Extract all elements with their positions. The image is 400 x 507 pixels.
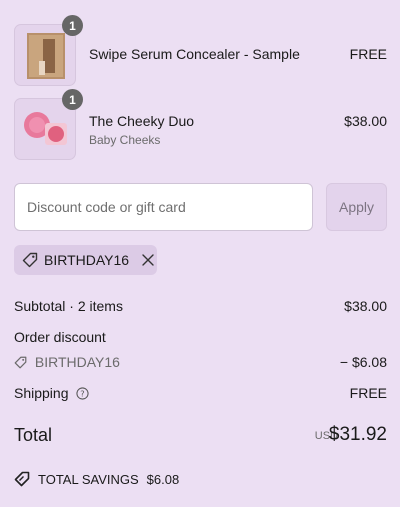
cart-item: 1 Swipe Serum Concealer - Sample FREE [14,15,387,86]
tag-icon [22,252,38,268]
close-icon[interactable] [141,253,155,267]
total-savings: TOTAL SAVINGS $6.08 [14,471,179,487]
subtotal-row: Subtotal · 2 items $38.00 [14,298,387,314]
item-variant: Baby Cheeks [89,133,161,147]
cart-item: 1 The Cheeky Duo Baby Cheeks $38.00 [14,89,387,160]
shipping-row: Shipping ? FREE [14,385,387,401]
order-discount-row: Order discount [14,329,387,345]
applied-discount-chip: BIRTHDAY16 [14,245,157,275]
question-circle-icon[interactable]: ? [76,387,89,400]
tag-icon [14,356,27,369]
discount-code-row: BIRTHDAY16 − $6.08 [14,354,387,370]
applied-discount-code: BIRTHDAY16 [44,252,130,268]
subtotal-label: Subtotal · 2 items [14,298,123,314]
shipping-value: FREE [349,385,387,401]
order-discount-value: − $6.08 [339,354,387,370]
item-price: $38.00 [344,113,387,129]
savings-value: $6.08 [146,471,180,487]
order-discount-label: Order discount [14,329,106,345]
svg-text:?: ? [81,388,85,398]
subtotal-value: $38.00 [344,298,387,314]
total-label: Total [14,425,53,445]
discount-code-input[interactable] [14,183,313,231]
total-value: $31.92 [328,424,387,445]
apply-button[interactable]: Apply [326,183,387,231]
shipping-label: Shipping [14,385,69,401]
savings-label: TOTAL SAVINGS [38,471,139,487]
item-name: The Cheeky Duo [89,113,195,129]
order-discount-code: BIRTHDAY16 [34,354,120,370]
quantity-badge: 1 [62,89,83,110]
item-name: Swipe Serum Concealer - Sample [89,46,300,62]
tag-icon [14,471,30,487]
item-price: FREE [349,46,387,62]
quantity-badge: 1 [62,15,83,36]
